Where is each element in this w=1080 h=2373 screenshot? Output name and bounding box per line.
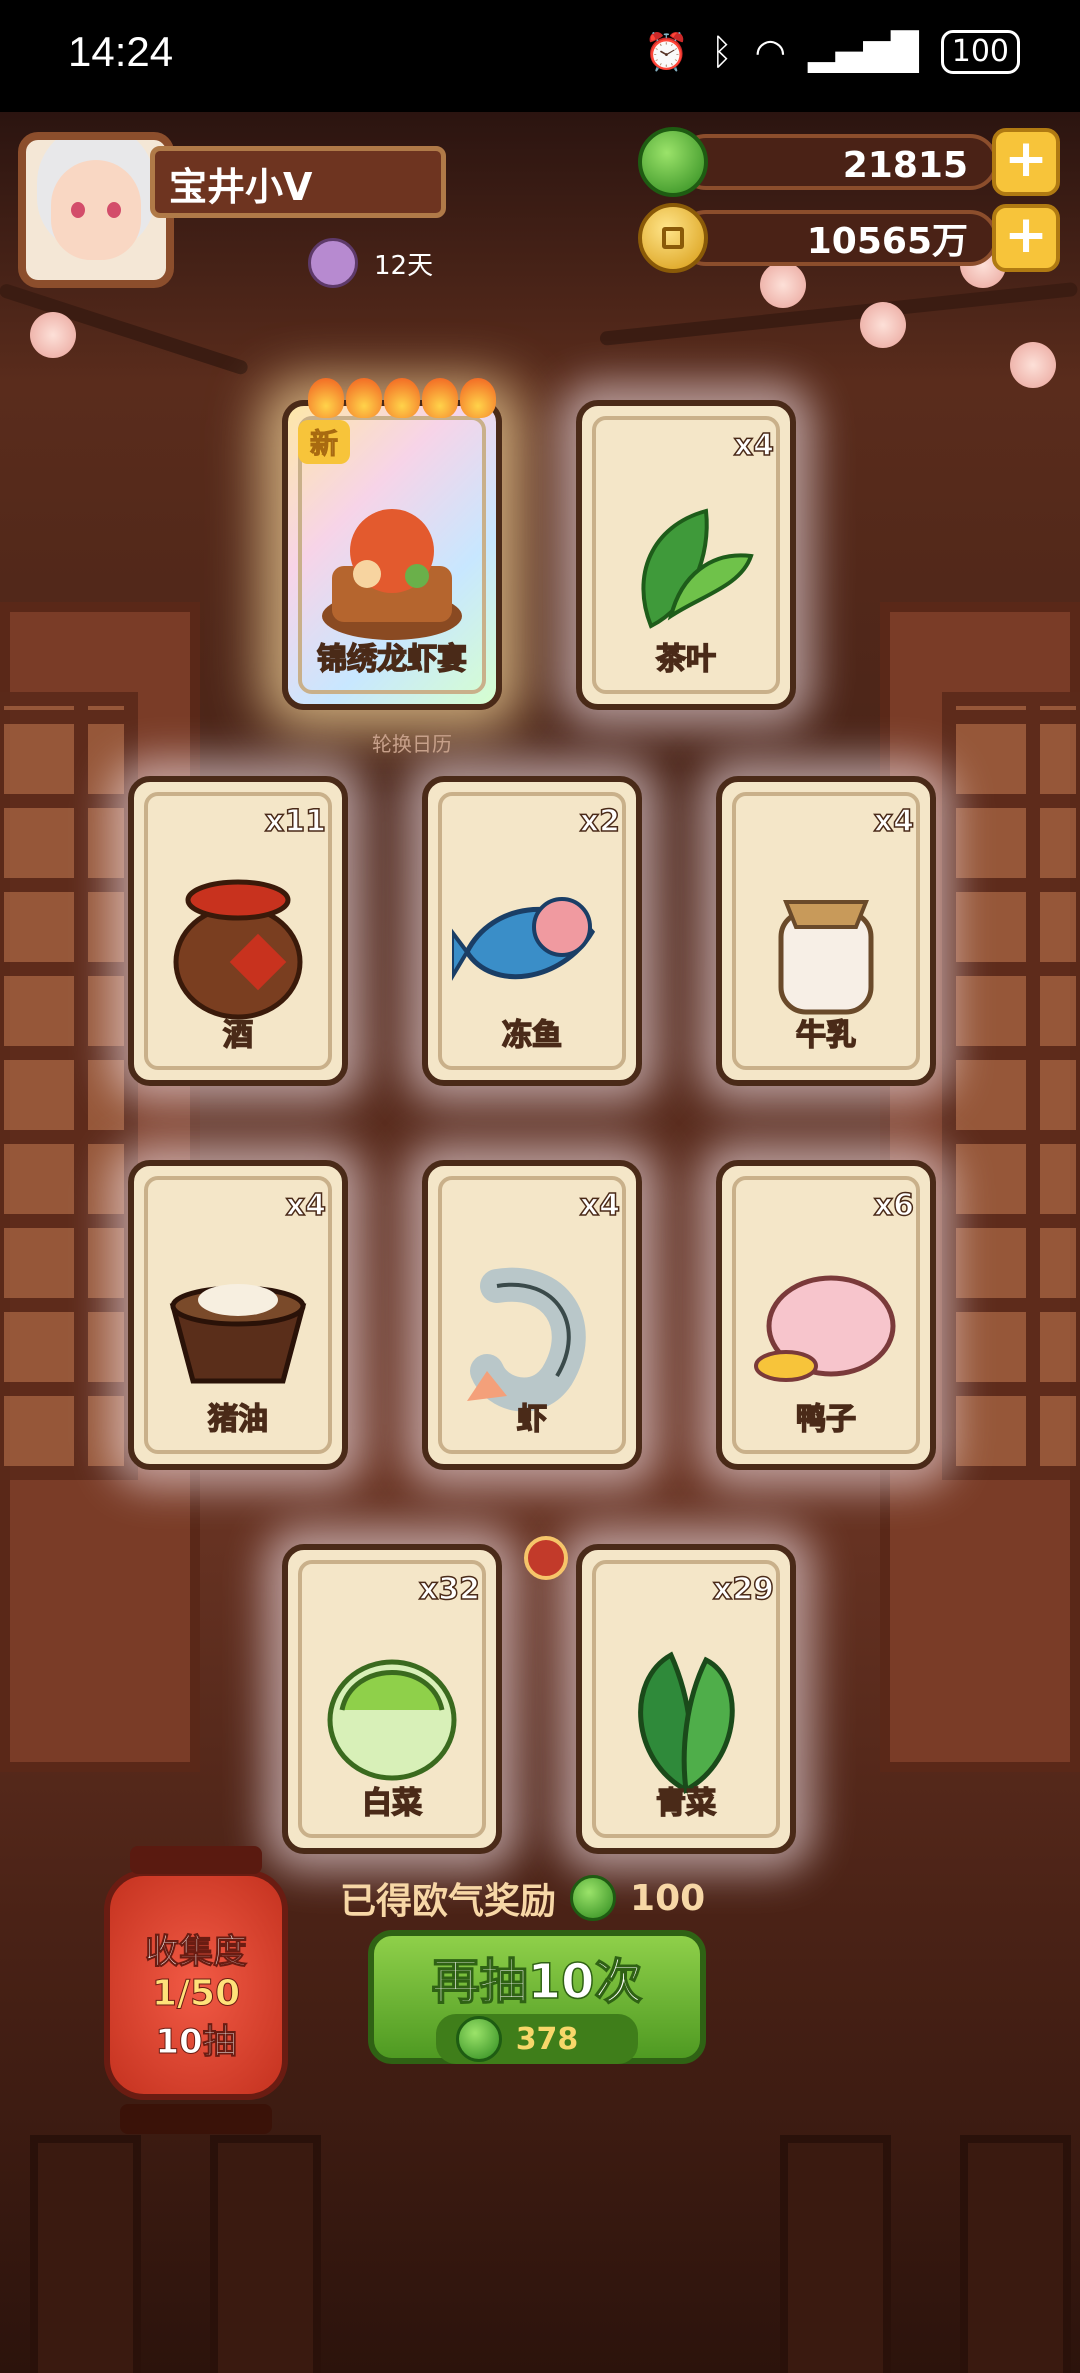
duck-icon bbox=[754, 1275, 896, 1382]
gem-icon bbox=[638, 127, 708, 197]
left-window bbox=[0, 692, 138, 1480]
card-wine[interactable]: x11 酒 bbox=[128, 776, 348, 1086]
blossom-branch bbox=[599, 281, 1079, 346]
card-count: x4 bbox=[285, 1187, 327, 1224]
wifi-icon: ◠ bbox=[754, 31, 786, 73]
gem-icon bbox=[570, 1875, 617, 1921]
shrimp-icon bbox=[467, 1267, 586, 1412]
tea-leaf-icon bbox=[641, 508, 754, 629]
flame-icon bbox=[308, 378, 344, 418]
card-label: 青菜 bbox=[655, 1785, 717, 1822]
lantern-stand bbox=[120, 2104, 272, 2134]
card-label: 虾 bbox=[516, 1401, 548, 1438]
add-coins-button[interactable]: + bbox=[992, 204, 1060, 272]
card-label: 锦绣龙虾宴 bbox=[316, 641, 468, 678]
status-bar: 14:24 ⏰ ᛒ ◠ ▂▄▆█ 100 bbox=[0, 0, 1080, 112]
new-badge: 新 bbox=[298, 420, 351, 464]
card-label: 冻鱼 bbox=[501, 1017, 563, 1054]
reward-info: 已得欧气奖励 100 bbox=[340, 1872, 705, 1924]
card-count: x2 bbox=[579, 803, 621, 840]
gem-counter: 21815 + bbox=[638, 127, 1060, 197]
right-window bbox=[942, 692, 1080, 1480]
fence-post bbox=[210, 2135, 321, 2373]
draw-button-label: 再抽10次 bbox=[431, 1953, 643, 2011]
card-label: 酒 bbox=[222, 1017, 254, 1054]
draw-cost: 378 bbox=[435, 2014, 639, 2064]
flame-icon bbox=[460, 378, 496, 418]
status-icons: ⏰ ᛒ ◠ ▂▄▆█ 100 bbox=[644, 30, 1020, 74]
lard-icon bbox=[169, 1284, 307, 1384]
card-count: x32 bbox=[418, 1571, 481, 1608]
greens-icon bbox=[638, 1651, 735, 1794]
card-count: x4 bbox=[579, 1187, 621, 1224]
collection-lantern[interactable]: 收集度 1/50 10抽 bbox=[104, 1846, 288, 2134]
blossom bbox=[30, 312, 76, 358]
card-greens[interactable]: x29 青菜 bbox=[576, 1544, 796, 1854]
card-count: x11 bbox=[264, 803, 327, 840]
wine-jar-icon bbox=[173, 879, 303, 1020]
card-label: 牛乳 bbox=[795, 1017, 857, 1054]
card-label: 白菜 bbox=[361, 1785, 423, 1822]
fence-post bbox=[960, 2135, 1071, 2373]
milk-jar-icon bbox=[778, 900, 874, 1015]
card-count: x4 bbox=[733, 427, 775, 464]
card-label: 鸭子 bbox=[795, 1401, 857, 1438]
coin-icon bbox=[638, 203, 708, 273]
coin-counter: 10565万 + bbox=[638, 203, 1060, 273]
bluetooth-icon: ᛒ bbox=[710, 31, 733, 73]
status-time: 14:24 bbox=[68, 28, 174, 75]
blossom bbox=[1010, 342, 1056, 388]
card-lobster-feast[interactable]: 新 锦绣龙虾宴 bbox=[282, 378, 502, 710]
card-lard[interactable]: x4 猪油 bbox=[128, 1160, 348, 1470]
add-gems-button[interactable]: + bbox=[992, 128, 1060, 196]
card-label: 猪油 bbox=[207, 1401, 269, 1438]
rotation-calendar-label: 轮换日历 bbox=[372, 732, 452, 756]
flame-icon bbox=[422, 378, 458, 418]
card-cabbage[interactable]: x32 白菜 bbox=[282, 1544, 502, 1854]
draw-again-button[interactable]: 再抽10次 378 bbox=[368, 1930, 706, 2064]
center-ornament-icon bbox=[524, 1536, 568, 1580]
cabbage-icon bbox=[327, 1659, 457, 1781]
login-days: 12天 bbox=[308, 238, 433, 288]
flame-icon bbox=[384, 378, 420, 418]
gem-icon bbox=[455, 2016, 502, 2062]
avatar-eye bbox=[107, 202, 121, 218]
lobster-feast-icon bbox=[322, 509, 462, 640]
card-label: 茶叶 bbox=[655, 641, 717, 678]
card-frozen-fish[interactable]: x2 冻鱼 bbox=[422, 776, 642, 1086]
fence-post bbox=[30, 2135, 141, 2373]
frozen-fish-icon bbox=[452, 897, 596, 981]
draw-cost-value: 378 bbox=[515, 2021, 579, 2057]
card-count: x6 bbox=[873, 1187, 915, 1224]
companion-icon bbox=[308, 238, 358, 288]
fence-post bbox=[780, 2135, 891, 2373]
card-duck[interactable]: x6 鸭子 bbox=[716, 1160, 936, 1470]
card-count: x29 bbox=[712, 1571, 775, 1608]
battery-icon: 100 bbox=[940, 30, 1020, 74]
rarity-flames bbox=[308, 378, 496, 418]
signal-icon: ▂▄▆█ bbox=[807, 31, 919, 73]
card-shrimp[interactable]: x4 虾 bbox=[422, 1160, 642, 1470]
player-name[interactable]: 宝井小V bbox=[150, 146, 446, 218]
avatar-face bbox=[51, 160, 141, 260]
blossom bbox=[860, 302, 906, 348]
alarm-icon: ⏰ bbox=[644, 32, 689, 73]
lantern-cap bbox=[130, 1846, 262, 1874]
collection-title: 收集度 bbox=[145, 1932, 248, 1973]
coin-amount: 10565万 bbox=[678, 210, 998, 266]
collection-draws: 10抽 bbox=[155, 2022, 237, 2063]
gem-amount: 21815 bbox=[678, 134, 998, 190]
days-label: 12天 bbox=[374, 250, 434, 281]
card-tea-leaf[interactable]: x4 茶叶 bbox=[576, 400, 796, 710]
reward-value: 100 bbox=[630, 1877, 706, 1919]
collection-progress: 1/50 bbox=[151, 1973, 241, 2015]
avatar-eye bbox=[71, 202, 85, 218]
card-count: x4 bbox=[873, 803, 915, 840]
reward-text: 已得欧气奖励 bbox=[340, 1881, 557, 1922]
flame-icon bbox=[346, 378, 382, 418]
card-milk[interactable]: x4 牛乳 bbox=[716, 776, 936, 1086]
